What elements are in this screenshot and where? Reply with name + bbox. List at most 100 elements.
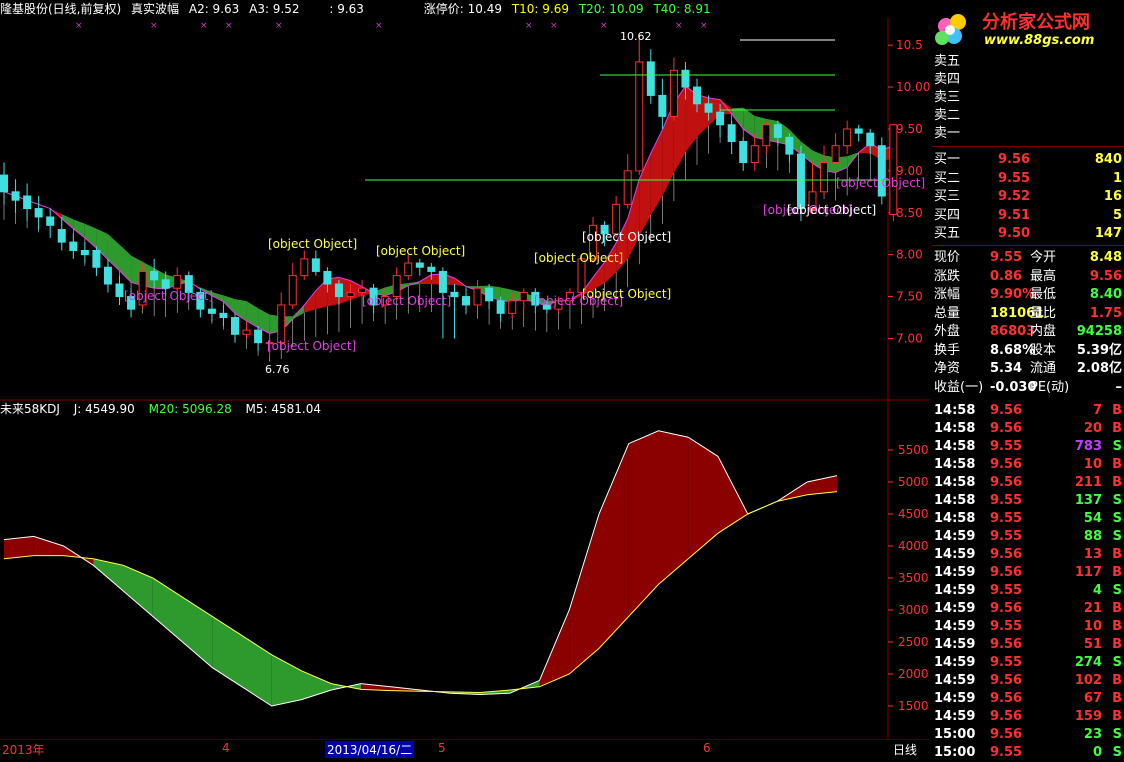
tick-row: 14:59 9.56 67 B: [932, 690, 1124, 708]
stat-row: 换手 8.68% 股本 5.39亿: [932, 341, 1124, 360]
stat-value: 9.90%: [990, 285, 1035, 304]
axis-month-5: 5: [438, 741, 446, 755]
selected-date[interactable]: 2013/04/16/二: [325, 741, 414, 758]
candle-body: [509, 301, 516, 314]
tick-volume: 117: [1075, 564, 1102, 582]
marker-x: ×: [675, 21, 683, 31]
tick-volume: 211: [1075, 474, 1102, 492]
candle-body: [1, 175, 8, 192]
candle-body: [717, 112, 724, 125]
candle-body: [255, 330, 262, 343]
ask-row: 卖三: [932, 88, 1124, 107]
tick-row: 14:59 9.56 51 B: [932, 636, 1124, 654]
tick-row: 14:59 9.55 4 S: [932, 582, 1124, 600]
candle-body: [335, 284, 342, 297]
price-axis-label: 9.50: [896, 122, 923, 136]
tick-side: B: [1112, 456, 1122, 474]
ask-label: 卖二: [934, 106, 960, 125]
high-price-label: 10.62: [620, 30, 652, 43]
candle-body: [797, 154, 804, 208]
bid-price: 9.50: [998, 224, 1030, 243]
stat-label-2: PE(动): [1030, 378, 1069, 397]
brand-name: 分析家公式网: [982, 8, 1090, 34]
candle-body: [428, 267, 435, 271]
annotation-label: [object Object]: [267, 339, 356, 353]
kdj-m20: M20: 5096.28: [149, 402, 232, 416]
chart-canvas[interactable]: 10.510.009.509.008.508.007.507.005500500…: [0, 0, 930, 740]
stat-value: 5.34: [990, 359, 1022, 378]
annotation-label: [object Object]: [376, 244, 465, 258]
price-axis-label: 7.00: [896, 331, 923, 345]
tick-row: 14:58 9.55 137 S: [932, 492, 1124, 510]
candle-body: [659, 95, 666, 116]
candle-body: [81, 250, 88, 254]
tick-side: S: [1113, 582, 1122, 600]
period-label[interactable]: 日线: [893, 741, 917, 758]
candle-body: [220, 313, 227, 317]
tick-side: B: [1112, 600, 1122, 618]
candle-body: [763, 125, 770, 146]
kdj-axis-label: 2000: [898, 667, 929, 681]
marker-x: ×: [525, 21, 533, 31]
candle-body: [439, 271, 446, 292]
kdj-band: [599, 444, 629, 649]
marker-x: ×: [200, 21, 208, 31]
tick-volume: 54: [1084, 510, 1102, 528]
candle-body: [774, 125, 781, 138]
kdj-axis-label: 5500: [898, 443, 929, 457]
tick-side: S: [1113, 744, 1122, 762]
tick-volume: 7: [1093, 402, 1102, 420]
candle-body: [24, 196, 31, 209]
bid-row: 买二 9.55 1: [932, 169, 1124, 188]
candle-body: [278, 305, 285, 343]
candle-body: [832, 146, 839, 163]
marker-x: ×: [550, 21, 558, 31]
panel-separator: [932, 146, 1124, 147]
kdj-axis-label: 4000: [898, 539, 929, 553]
annotation-label: [object Object]: [534, 251, 623, 265]
tick-price: 9.55: [990, 744, 1022, 762]
stat-label: 总量: [934, 304, 960, 323]
annotation-label: [object Object]: [836, 176, 925, 190]
tick-time: 14:58: [934, 438, 975, 456]
stat-label-2: 今开: [1030, 248, 1056, 267]
tick-volume: 13: [1084, 546, 1102, 564]
tick-time: 14:59: [934, 654, 975, 672]
tick-row: 14:59 9.56 102 B: [932, 672, 1124, 690]
tick-price: 9.55: [990, 492, 1022, 510]
candle-body: [890, 125, 897, 215]
stat-label-2: 最高: [1030, 267, 1056, 286]
candle-body: [289, 276, 296, 305]
stat-value-2: 1.75: [1090, 304, 1122, 323]
candle-body: [647, 62, 654, 96]
tick-time: 14:59: [934, 546, 975, 564]
tick-price: 9.56: [990, 456, 1022, 474]
axis-month-6: 6: [703, 741, 711, 755]
candle-body: [751, 146, 758, 163]
tick-time: 14:58: [934, 510, 975, 528]
tick-row: 14:59 9.55 10 B: [932, 618, 1124, 636]
bid-label: 买五: [934, 224, 960, 243]
tick-price: 9.56: [990, 420, 1022, 438]
stat-value: 86803: [990, 322, 1035, 341]
stat-label-2: 股本: [1030, 341, 1056, 360]
price-axis-label: 10.5: [896, 38, 923, 52]
tick-price: 9.56: [990, 636, 1022, 654]
tick-volume: 0: [1093, 744, 1102, 762]
ask-row: 卖二: [932, 106, 1124, 125]
candle-body: [486, 288, 493, 301]
candle-body: [116, 284, 123, 297]
tick-row: 14:58 9.55 54 S: [932, 510, 1124, 528]
bid-price: 9.52: [998, 187, 1030, 206]
stat-label: 涨跌: [934, 267, 960, 286]
candle-body: [93, 250, 100, 267]
tick-row: 15:00 9.55 0 S: [932, 744, 1124, 762]
tick-side: B: [1112, 402, 1122, 420]
candle-body: [624, 171, 631, 205]
low-price-label: 6.76: [265, 363, 290, 376]
tick-row: 15:00 9.56 23 S: [932, 726, 1124, 744]
marker-x: ×: [375, 21, 383, 31]
tick-side: S: [1113, 510, 1122, 528]
stat-row: 净资 5.34 流通 2.08亿: [932, 359, 1124, 378]
kdj-axis-label: 3000: [898, 603, 929, 617]
